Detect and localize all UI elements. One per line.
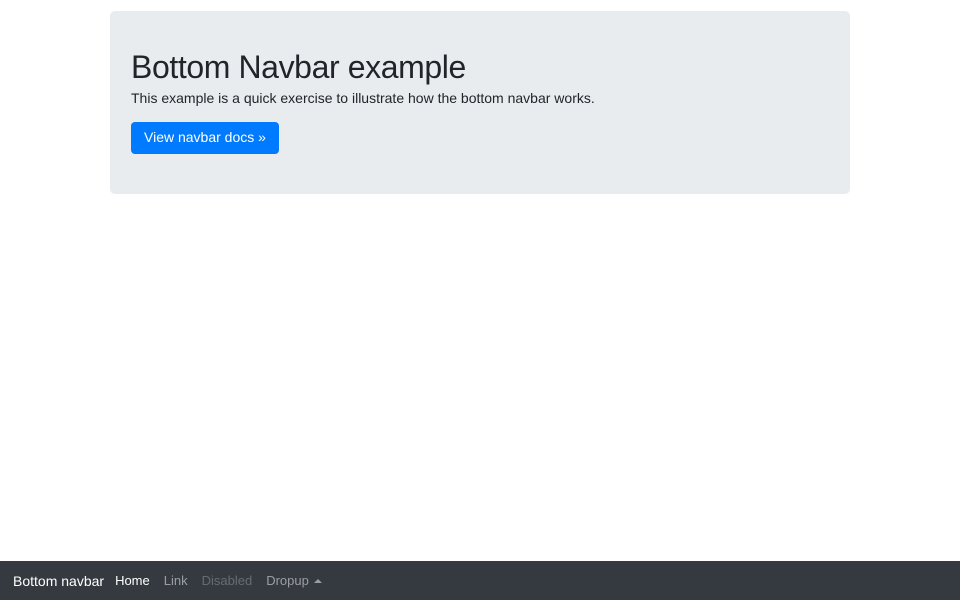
main-content: Bottom Navbar example This example is a … [110, 11, 850, 194]
nav-link-dropup-label: Dropup [266, 573, 309, 588]
caret-up-icon [314, 579, 322, 583]
nav-item-link: Link [157, 561, 195, 600]
nav-link-link[interactable]: Link [157, 561, 195, 600]
page-description: This example is a quick exercise to illu… [131, 88, 829, 109]
navbar-brand[interactable]: Bottom navbar [13, 573, 104, 589]
nav-item-home: Home [108, 561, 157, 600]
view-navbar-docs-button[interactable]: View navbar docs » [131, 122, 279, 154]
nav-item-disabled: Disabled [195, 561, 260, 600]
nav-link-dropup[interactable]: Dropup [259, 561, 329, 600]
jumbotron: Bottom Navbar example This example is a … [110, 11, 850, 194]
navbar-nav: Home Link Disabled Dropup [108, 561, 329, 600]
nav-link-disabled: Disabled [195, 561, 260, 600]
page-title: Bottom Navbar example [131, 48, 829, 86]
nav-item-dropup: Dropup [259, 561, 329, 600]
nav-link-home[interactable]: Home [108, 561, 157, 600]
bottom-navbar: Bottom navbar Home Link Disabled Dropup [0, 561, 960, 600]
